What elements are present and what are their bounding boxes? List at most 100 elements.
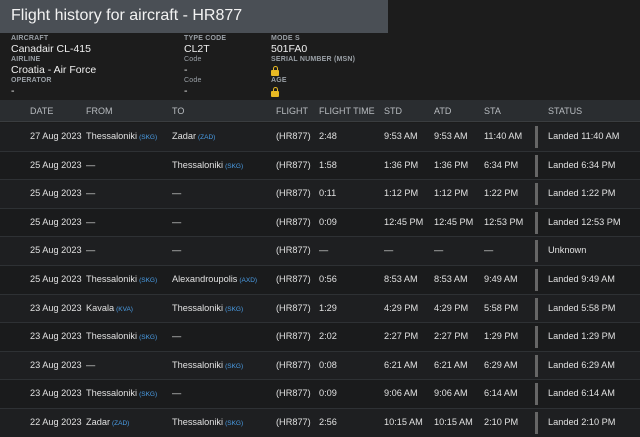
airport-code[interactable]: (KVA) xyxy=(116,306,133,313)
cell-date: 25 Aug 2023 xyxy=(30,188,82,198)
cell-to[interactable]: Thessaloniki (SKG) xyxy=(172,360,243,370)
table-row[interactable]: 22 Aug 2023 Zadar (ZAD) Thessaloniki (SKG) (H… xyxy=(0,409,640,437)
std-text: 1:36 PM xyxy=(384,159,419,170)
cell-date: 25 Aug 2023 xyxy=(30,160,82,170)
cell-flight[interactable]: (HR877) xyxy=(276,417,311,427)
airport-code[interactable]: (SKG) xyxy=(225,306,243,313)
cell-date: 23 Aug 2023 xyxy=(30,331,82,341)
airport-code[interactable]: (SKG) xyxy=(225,163,243,170)
cell-flight[interactable]: (HR877) xyxy=(276,188,311,198)
date-text: 27 Aug 2023 xyxy=(30,131,82,141)
airport-code[interactable]: (AXD) xyxy=(239,277,257,284)
airport-code[interactable]: (SKG) xyxy=(139,334,157,341)
flight-time-text: 2:48 xyxy=(319,131,337,141)
table-row[interactable]: 23 Aug 2023 Kavala (KVA) Thessaloniki (SKG)(… xyxy=(0,294,640,324)
lock-icon[interactable] xyxy=(271,66,279,76)
code-value-2: - xyxy=(184,85,188,97)
cell-sta: 1:22 PM xyxy=(484,188,518,198)
cell-from[interactable]: Zadar (ZAD) xyxy=(86,417,129,427)
flight-text: (HR877) xyxy=(276,245,311,256)
cell-to: — xyxy=(172,331,181,341)
atd-text: — xyxy=(434,245,444,256)
table-row[interactable]: 23 Aug 2023 Thessaloniki (SKG) — (HR877) 0:09… xyxy=(0,380,640,409)
cell-atd: 9:53 AM xyxy=(434,131,468,141)
cell-from[interactable]: Thessaloniki (SKG) xyxy=(86,274,157,284)
status-indicator-bar xyxy=(535,383,538,406)
cell-atd: 2:27 PM xyxy=(434,331,468,341)
table-row[interactable]: 23 Aug 2023 Thessaloniki (SKG) — (HR877) 2:02… xyxy=(0,323,640,352)
cell-to[interactable]: Thessaloniki (SKG) xyxy=(172,303,243,313)
status-indicator-bar xyxy=(535,211,538,234)
std-text: 2:27 PM xyxy=(384,331,419,342)
airport-code[interactable]: (SKG) xyxy=(139,391,157,398)
cell-from[interactable]: Thessaloniki (SKG) xyxy=(86,131,157,141)
cell-flight[interactable]: (HR877) xyxy=(276,131,311,141)
atd-text: 9:06 AM xyxy=(434,388,468,399)
table-row[interactable]: 25 Aug 2023 — — (HR877) — — — — Unknown xyxy=(0,237,640,266)
airline-value: Croatia - Air Force xyxy=(11,64,97,76)
to-text: Alexandroupolis xyxy=(172,274,238,284)
from-text: Kavala xyxy=(86,302,115,313)
cell-to[interactable]: Thessaloniki (SKG) xyxy=(172,160,243,170)
status-text: Landed 1:22 PM xyxy=(548,188,616,199)
table-row[interactable]: 25 Aug 2023 Thessaloniki (SKG) Alexandroupo… xyxy=(0,266,640,295)
cell-to[interactable]: Thessaloniki (SKG) xyxy=(172,417,243,427)
cell-to: — xyxy=(172,245,181,255)
cell-from[interactable]: Thessaloniki (SKG) xyxy=(86,331,157,341)
cell-flight[interactable]: (HR877) xyxy=(276,331,311,341)
from-text: — xyxy=(86,159,96,170)
table-row[interactable]: 25 Aug 2023 — — (HR877) 0:09 12:45 PM 12:45 PM… xyxy=(0,208,640,238)
cell-flight[interactable]: (HR877) xyxy=(276,245,311,255)
cell-to[interactable]: Zadar (ZAD) xyxy=(172,131,215,141)
status-indicator-bar xyxy=(535,297,538,320)
flight-time-text: 0:11 xyxy=(319,188,337,199)
cell-flight[interactable]: (HR877) xyxy=(276,303,311,313)
status-indicator-bar xyxy=(535,154,538,177)
cell-sta: 11:40 AM xyxy=(484,131,522,141)
date-text: 23 Aug 2023 xyxy=(30,359,82,370)
airport-code[interactable]: (SKG) xyxy=(225,420,243,427)
from-text: Thessaloniki xyxy=(86,331,138,342)
airport-code[interactable]: (SKG) xyxy=(139,134,157,141)
flight-text: (HR877) xyxy=(276,188,311,199)
airport-code[interactable]: (SKG) xyxy=(139,277,157,284)
cell-flight[interactable]: (HR877) xyxy=(276,160,311,170)
cell-flight-time: — xyxy=(319,245,328,255)
cell-flight[interactable]: (HR877) xyxy=(276,217,311,227)
lock-icon[interactable] xyxy=(271,87,279,97)
sta-text: 9:49 AM xyxy=(484,274,518,284)
flight-time-text: 1:29 xyxy=(319,302,337,313)
atd-text: 4:29 PM xyxy=(434,302,469,313)
sta-text: 6:29 AM xyxy=(484,359,518,370)
atd-text: 12:45 PM xyxy=(434,216,474,227)
airport-code[interactable]: (SKG) xyxy=(225,363,243,370)
cell-flight[interactable]: (HR877) xyxy=(276,274,311,284)
status-indicator-bar xyxy=(535,183,538,206)
cell-std: 1:36 PM xyxy=(384,160,418,170)
cell-from[interactable]: Kavala (KVA) xyxy=(86,303,133,313)
header-atd: ATD xyxy=(434,106,452,116)
table-row[interactable]: 25 Aug 2023 — — (HR877) 0:11 1:12 PM 1:12 PM 1:… xyxy=(0,180,640,209)
msn-label: SERIAL NUMBER (MSN) xyxy=(271,56,356,63)
header-std: STD xyxy=(384,106,402,116)
cell-flight[interactable]: (HR877) xyxy=(276,360,311,370)
std-text: — xyxy=(384,245,394,256)
status-indicator-bar xyxy=(535,326,538,349)
airport-code[interactable]: (ZAD) xyxy=(198,134,215,141)
header-flight-time: FLIGHT TIME xyxy=(319,106,375,116)
cell-status: Landed 6:29 AM xyxy=(548,360,615,370)
cell-atd: 12:45 PM xyxy=(434,217,473,227)
cell-sta: 5:58 PM xyxy=(484,303,518,313)
cell-to[interactable]: Alexandroupolis (AXD) xyxy=(172,274,257,284)
flight-time-text: 1:58 xyxy=(319,159,337,170)
airport-code[interactable]: (ZAD) xyxy=(112,420,129,427)
std-text: 8:53 AM xyxy=(384,274,418,284)
to-text: — xyxy=(172,331,182,342)
cell-from[interactable]: Thessaloniki (SKG) xyxy=(86,388,157,398)
cell-status: Landed 12:53 PM xyxy=(548,217,621,227)
table-row[interactable]: 27 Aug 2023 Thessaloniki (SKG) Zadar (ZAD) (H… xyxy=(0,123,640,152)
cell-flight[interactable]: (HR877) xyxy=(276,388,311,398)
atd-text: 10:15 AM xyxy=(434,417,473,427)
table-row[interactable]: 23 Aug 2023 — Thessaloniki (SKG) (HR877) 0:08… xyxy=(0,351,640,381)
table-row[interactable]: 25 Aug 2023 — Thessaloniki (SKG) (HR877) 1:58… xyxy=(0,151,640,181)
